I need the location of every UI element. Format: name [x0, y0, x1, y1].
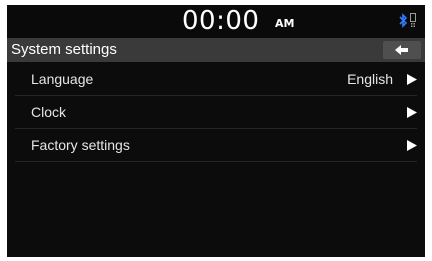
status-bar: 00:00 AM [7, 5, 425, 37]
menu-item-label: Clock [31, 104, 67, 120]
back-arrow-icon [395, 45, 408, 55]
page-title: System settings [11, 41, 117, 58]
menu-item-factory-settings[interactable]: Factory settings [15, 129, 417, 162]
menu-item-language[interactable]: Language English [15, 63, 417, 96]
chevron-right-icon [407, 107, 417, 118]
chevron-right-icon [407, 140, 417, 151]
phone-icon [410, 13, 416, 27]
chevron-right-icon [407, 74, 417, 85]
back-button[interactable] [383, 41, 421, 59]
menu-item-label: Factory settings [31, 137, 130, 153]
settings-menu: Language English Clock Factory settings [7, 63, 425, 162]
bluetooth-icon [399, 13, 408, 28]
menu-item-label: Language [31, 71, 94, 87]
title-bar: System settings [7, 38, 425, 62]
menu-item-value: English [347, 71, 393, 87]
clock-ampm: AM [275, 17, 295, 30]
head-unit-screen: 00:00 AM System settings Language Englis… [7, 5, 425, 257]
clock-time: 00:00 [182, 6, 260, 36]
menu-item-clock[interactable]: Clock [15, 96, 417, 129]
